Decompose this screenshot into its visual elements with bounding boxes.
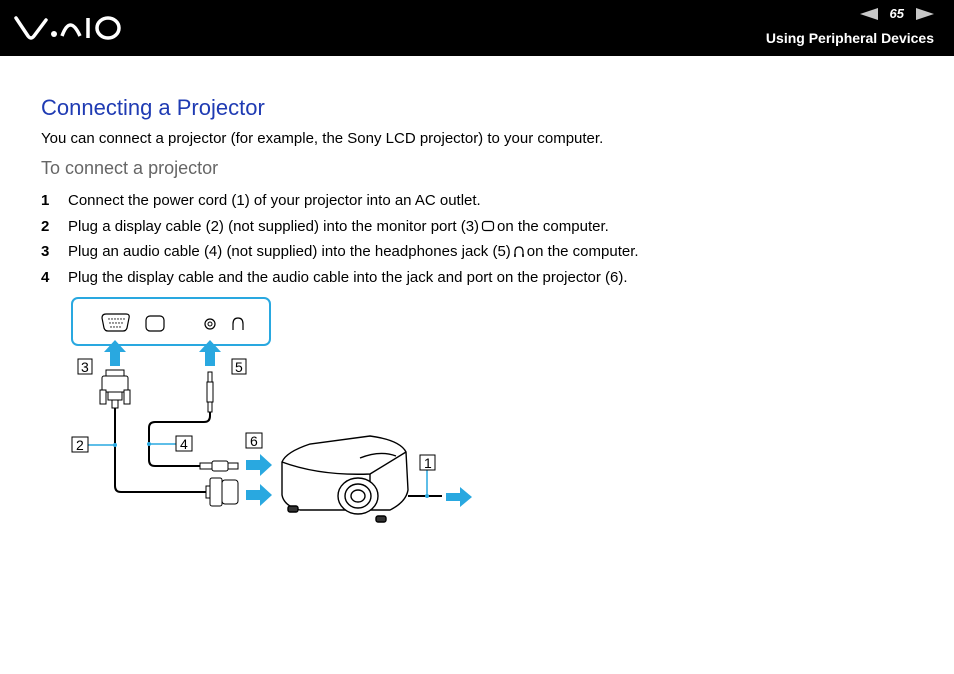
display-cable	[114, 408, 208, 493]
audio-jack-icon	[204, 318, 216, 330]
pager: 65	[859, 6, 934, 21]
callout-3: 3	[81, 359, 89, 375]
vga-plug-end	[205, 477, 239, 507]
step-text: Plug the display cable and the audio cab…	[68, 268, 628, 286]
computer-port-panel	[71, 297, 271, 346]
previous-page-icon[interactable]	[859, 7, 878, 20]
step-text: Connect the power cord (1) of your proje…	[68, 192, 481, 210]
audio-plug-end	[199, 460, 239, 472]
vaio-logo	[14, 16, 121, 40]
next-page-icon[interactable]	[916, 7, 934, 20]
arrow-right-power	[446, 487, 472, 507]
page-header: 65 Using Peripheral Devices	[0, 0, 954, 56]
callout-4: 4	[180, 436, 188, 452]
step-number: 3	[41, 243, 50, 261]
headphones-icon	[513, 246, 524, 257]
steps-list: 1 Connect the power cord (1) of your pro…	[41, 188, 639, 290]
step-number: 4	[41, 268, 50, 286]
step-item: 3 Plug an audio cable (4) (not supplied)…	[41, 239, 639, 265]
step-item: 2 Plug a display cable (2) (not supplied…	[41, 214, 639, 240]
step-text-after: on the computer.	[526, 243, 639, 261]
callout-5: 5	[235, 359, 243, 375]
vga-plug-top	[99, 369, 131, 409]
step-text: Plug an audio cable (4) (not supplied) i…	[68, 243, 511, 261]
arrow-right-vga	[246, 484, 272, 506]
step-number: 2	[41, 217, 50, 235]
vga-port-icon	[101, 313, 130, 332]
page-number: 65	[889, 6, 904, 21]
arrow-right-audio	[246, 454, 272, 476]
callout-2: 2	[76, 437, 84, 453]
headphones-symbol-icon	[232, 317, 244, 330]
monitor-port-symbol	[145, 315, 165, 332]
section-title: Using Peripheral Devices	[765, 30, 934, 46]
connection-diagram: 3 5 2 4 6 1	[71, 297, 472, 523]
step-number: 1	[41, 192, 50, 210]
monitor-icon	[481, 221, 495, 232]
callout-6: 6	[250, 433, 258, 449]
page-title: Connecting a Projector	[41, 95, 265, 120]
projector-illustration	[281, 435, 409, 523]
arrow-up-vga	[104, 340, 126, 366]
audio-plug-top	[206, 371, 214, 413]
step-item: 1 Connect the power cord (1) of your pro…	[41, 188, 639, 214]
step-item: 4 Plug the display cable and the audio c…	[41, 265, 639, 291]
step-text: Plug a display cable (2) (not supplied) …	[68, 217, 480, 235]
procedure-heading: To connect a projector	[41, 158, 219, 178]
callout-1: 1	[424, 455, 432, 471]
intro-text: You can connect a projector (for example…	[41, 130, 604, 147]
arrow-up-audio	[199, 340, 221, 366]
step-text-after: on the computer.	[497, 217, 609, 235]
